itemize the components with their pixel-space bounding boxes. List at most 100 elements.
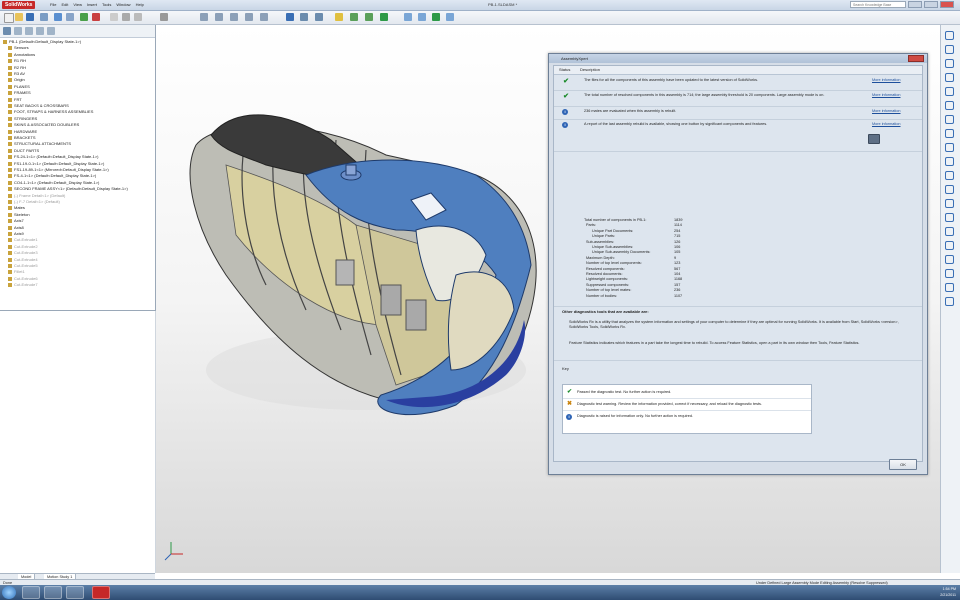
rebuild-icon[interactable] [80, 13, 88, 21]
smart-fastener-icon[interactable] [380, 13, 388, 21]
tree-item[interactable]: Skeleton [8, 212, 30, 218]
sketch-icon[interactable] [404, 13, 412, 21]
tree-item[interactable]: Cut-Extrude6 [8, 276, 38, 282]
resources-icon[interactable] [945, 31, 954, 40]
explorer-taskbar-icon[interactable] [44, 586, 62, 599]
tree-item[interactable]: FS-4-1<1> (Default<Default_Display State… [8, 173, 96, 179]
tree-item[interactable]: Axis8 [8, 225, 24, 231]
menu-edit[interactable]: Edit [61, 1, 68, 9]
assembly-icon[interactable] [335, 13, 343, 21]
menu-view[interactable]: View [73, 1, 82, 9]
zoom-fit-icon[interactable] [110, 13, 118, 21]
tree-item[interactable]: Axis9 [8, 231, 24, 237]
tree-item[interactable]: Cut-Extrude3 [8, 250, 38, 256]
close-button[interactable] [940, 1, 954, 8]
config-tab-icon[interactable] [25, 27, 33, 35]
cube-view-icon[interactable] [286, 13, 294, 21]
camera-icon[interactable] [300, 13, 308, 21]
tree-item[interactable]: BRACKETS [8, 135, 36, 141]
report-button[interactable] [868, 134, 880, 144]
tree-item[interactable]: FRAMES [8, 90, 31, 96]
file-explorer-icon[interactable] [945, 59, 954, 68]
display-tab-icon[interactable] [47, 27, 55, 35]
hide-show-icon[interactable] [245, 13, 253, 21]
trim-icon[interactable] [945, 185, 954, 194]
offset-icon[interactable] [945, 199, 954, 208]
dimxpert-tab-icon[interactable] [36, 27, 44, 35]
tree-item[interactable]: FS1-19-0-1<1> (Default<Default_Display S… [8, 161, 104, 167]
point-icon[interactable] [945, 269, 954, 278]
tree-item[interactable]: PB-1 (Default<Default_Display State-1>) [3, 39, 81, 45]
line-icon[interactable] [418, 13, 426, 21]
tree-item[interactable]: R2 RH [8, 65, 26, 71]
minimize-button[interactable] [908, 1, 922, 8]
undo-icon[interactable] [54, 13, 62, 21]
view-palette-icon[interactable] [945, 87, 954, 96]
tree-item[interactable]: CO4-1-1<1> (Default<Default_Display Stat… [8, 180, 99, 186]
move-component-icon[interactable] [365, 13, 373, 21]
start-button[interactable] [2, 586, 16, 599]
pattern-icon[interactable] [945, 227, 954, 236]
tree-item[interactable]: Cut-Extrude2 [8, 244, 38, 250]
save-icon[interactable] [26, 13, 34, 21]
tree-item[interactable]: Mates [8, 205, 25, 211]
more-information-link[interactable]: More information [872, 78, 901, 83]
circle-icon[interactable] [945, 157, 954, 166]
property-tab-icon[interactable] [14, 27, 22, 35]
tree-item[interactable]: STRUCTURAL ATTACHMENTS [8, 141, 71, 147]
text-icon[interactable] [945, 297, 954, 306]
feature-icon[interactable] [432, 13, 440, 21]
tree-item[interactable]: Cut-Extrude4 [8, 257, 38, 263]
tree-item[interactable]: Cut-Extrude1 [8, 237, 38, 243]
spline-icon[interactable] [945, 171, 954, 180]
view-orientation-icon[interactable] [215, 13, 223, 21]
ok-button[interactable]: OK [889, 459, 917, 470]
rotate-icon[interactable] [134, 13, 142, 21]
tree-item[interactable]: STRINGERS [8, 116, 37, 122]
menu-tools[interactable]: Tools [102, 1, 111, 9]
print-icon[interactable] [40, 13, 48, 21]
menu-help[interactable]: Help [136, 1, 144, 9]
dimension-icon[interactable] [945, 241, 954, 250]
tree-item[interactable]: FRT [8, 97, 22, 103]
search-input[interactable]: Search Knowledge Base [850, 1, 906, 8]
search-icon[interactable] [945, 73, 954, 82]
media-taskbar-icon[interactable] [66, 586, 84, 599]
tree-item[interactable]: DUCT PARTS [8, 148, 39, 154]
tree-item[interactable]: R1 RH [8, 58, 26, 64]
solidworks-logo[interactable]: SolidWorks [2, 1, 36, 9]
tree-item[interactable]: Annotations [8, 52, 35, 58]
tree-item[interactable]: Axis7 [8, 218, 24, 224]
rectangle-icon[interactable] [945, 143, 954, 152]
appearances-icon[interactable] [945, 101, 954, 110]
tree-item[interactable]: PLANES [8, 84, 30, 90]
tree-item[interactable]: SECOND FRAME ASSY<1> (Default<Default_Di… [8, 186, 128, 192]
zoom-area-icon[interactable] [122, 13, 130, 21]
design-library-icon[interactable] [945, 45, 954, 54]
pan-icon[interactable] [160, 13, 168, 21]
new-icon[interactable] [4, 13, 14, 23]
tree-item[interactable]: Sensors [8, 45, 29, 51]
open-icon[interactable] [15, 13, 23, 21]
reference-icon[interactable] [446, 13, 454, 21]
lights-icon[interactable] [315, 13, 323, 21]
menu-file[interactable]: File [50, 1, 56, 9]
select-icon[interactable] [66, 13, 74, 21]
display-style-icon[interactable] [230, 13, 238, 21]
tree-item[interactable]: FOOT, STRAPS & HARNESS ASSEMBLIES [8, 109, 93, 115]
tree-item[interactable]: HARDWARE [8, 129, 37, 135]
custom-properties-icon[interactable] [945, 115, 954, 124]
feature-tree-tab-icon[interactable] [3, 27, 11, 35]
centerline-icon[interactable] [945, 283, 954, 292]
tree-item[interactable]: FS1-19-89-1<1> (Mirrored<Default_Display… [8, 167, 109, 173]
maximize-button[interactable] [924, 1, 938, 8]
tree-item[interactable]: SEAT BACKS & CROSSBARS [8, 103, 69, 109]
tree-item[interactable]: (-) Frame Detail<1> (Default) [8, 193, 65, 199]
menu-insert[interactable]: Insert [87, 1, 97, 9]
tree-item[interactable]: Cut-Extrude7 [8, 282, 38, 288]
mate-icon[interactable] [350, 13, 358, 21]
more-information-link[interactable]: More information [872, 122, 901, 127]
tree-item[interactable]: Origin [8, 77, 25, 83]
menu-window[interactable]: Window [116, 1, 130, 9]
tree-item[interactable]: R3 AV [8, 71, 25, 77]
